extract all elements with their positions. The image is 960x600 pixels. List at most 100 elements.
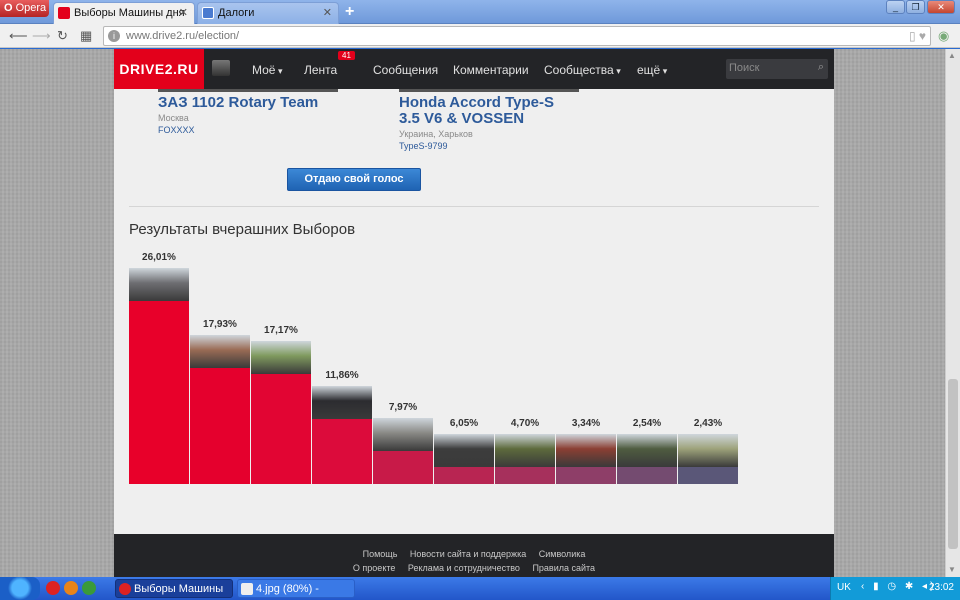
scrollbar-thumb[interactable] bbox=[948, 379, 958, 549]
opera-label: Opera bbox=[15, 2, 47, 14]
opera-logo-icon: O bbox=[4, 2, 13, 14]
section-divider bbox=[129, 206, 819, 207]
result-bar[interactable]: 2,43% bbox=[678, 418, 738, 484]
clock: 23:02 bbox=[928, 582, 954, 593]
extension-icon[interactable]: ◉ bbox=[938, 28, 949, 44]
car-photo-thumbnail[interactable] bbox=[129, 268, 189, 301]
candidate-name[interactable]: Honda Accord Type-S bbox=[399, 95, 554, 111]
result-bar[interactable]: 7,97% bbox=[373, 402, 433, 484]
back-arrow-icon[interactable]: ⟵ bbox=[9, 28, 28, 44]
close-tab-icon[interactable]: ✕ bbox=[179, 3, 188, 23]
address-bar: ⟵ ⟶ ↻ ▦ i www.drive2.ru/election/ ▯ ♥ ◉ bbox=[0, 24, 960, 48]
candidate-user[interactable]: TypeS-9799 bbox=[399, 141, 448, 151]
tab-dialogs[interactable]: Далоги ✕ bbox=[197, 2, 339, 24]
car-photo-thumbnail[interactable] bbox=[617, 434, 677, 467]
footer-link-about[interactable]: О проекте bbox=[353, 563, 395, 573]
result-bar[interactable]: 6,05% bbox=[434, 418, 494, 484]
tab-elections[interactable]: Выборы Машины дня ✕ bbox=[53, 2, 195, 24]
result-percent-label: 6,05% bbox=[449, 418, 479, 429]
footer-link-help[interactable]: Помощь bbox=[363, 549, 398, 559]
page-content: DRIVE2.RU Моё Лента 41 Сообщения Коммент… bbox=[114, 49, 834, 577]
tray-icons[interactable]: ‹ ▮ ◷ ✱ ◂) bbox=[861, 581, 936, 592]
footer-row: Помощь Новости сайта и поддержка Символи… bbox=[114, 549, 834, 559]
site-info-icon[interactable]: i bbox=[108, 30, 120, 42]
firefox-quicklaunch-icon[interactable] bbox=[64, 581, 78, 595]
result-bar-fill bbox=[617, 467, 677, 484]
candidate-name[interactable]: ЗАЗ 1102 Rotary Team bbox=[158, 95, 318, 111]
car-photo-thumbnail[interactable] bbox=[434, 434, 494, 467]
car-photo-thumbnail[interactable] bbox=[556, 434, 616, 467]
candidate-photo-edge bbox=[399, 89, 579, 92]
drive2-favicon-icon bbox=[58, 7, 70, 19]
result-bar[interactable]: 4,70% bbox=[495, 418, 555, 484]
user-avatar[interactable] bbox=[212, 60, 230, 76]
nav-comments[interactable]: Комментарии bbox=[453, 63, 529, 77]
close-window-icon[interactable]: ✕ bbox=[927, 0, 955, 14]
candidate-location: Москва bbox=[158, 113, 189, 123]
result-bar[interactable]: 2,54% bbox=[617, 418, 677, 484]
url-text: www.drive2.ru/election/ bbox=[126, 30, 240, 42]
scroll-down-icon[interactable]: ▼ bbox=[948, 565, 956, 574]
site-logo[interactable]: DRIVE2.RU bbox=[114, 49, 204, 89]
nav-communities[interactable]: Сообщества bbox=[544, 63, 621, 77]
result-bar[interactable]: 3,34% bbox=[556, 418, 616, 484]
start-button[interactable] bbox=[0, 577, 40, 600]
result-bar[interactable]: 26,01% bbox=[129, 252, 189, 484]
task-label: Выборы Машины д... bbox=[134, 583, 224, 595]
car-photo-thumbnail[interactable] bbox=[495, 434, 555, 467]
taskbar-item-paint[interactable]: 4.jpg (80%) - Paint... bbox=[237, 579, 355, 598]
nav-feed[interactable]: Лента bbox=[304, 63, 337, 77]
reload-icon[interactable]: ↻ bbox=[57, 28, 68, 44]
opera-menu-button[interactable]: O Opera bbox=[0, 0, 49, 17]
nav-more[interactable]: ещё bbox=[637, 63, 667, 77]
system-tray: UK ‹ ▮ ◷ ✱ ◂) 23:02 bbox=[830, 577, 960, 600]
footer-link-symbols[interactable]: Символика bbox=[539, 549, 586, 559]
car-photo-thumbnail[interactable] bbox=[251, 341, 311, 374]
result-percent-label: 11,86% bbox=[325, 370, 359, 381]
forward-arrow-icon[interactable]: ⟶ bbox=[32, 28, 51, 44]
search-placeholder: Поиск bbox=[729, 62, 760, 74]
result-bar-fill bbox=[190, 368, 250, 484]
site-search-input[interactable]: Поиск ⌕ bbox=[726, 59, 828, 79]
vote-button[interactable]: Отдаю свой голос bbox=[287, 168, 421, 191]
site-header: DRIVE2.RU Моё Лента 41 Сообщения Коммент… bbox=[114, 49, 834, 89]
result-bar-fill bbox=[678, 467, 738, 484]
scroll-up-icon[interactable]: ▲ bbox=[948, 51, 956, 60]
chrome-quicklaunch-icon[interactable] bbox=[82, 581, 96, 595]
result-bar-fill bbox=[495, 467, 555, 484]
close-tab-icon[interactable]: ✕ bbox=[323, 3, 332, 23]
minimize-icon[interactable]: _ bbox=[886, 0, 905, 14]
nav-my[interactable]: Моё bbox=[252, 63, 283, 77]
opera-icon bbox=[119, 583, 131, 595]
speed-dial-icon[interactable]: ▦ bbox=[80, 28, 92, 44]
result-bar[interactable]: 11,86% bbox=[312, 370, 372, 484]
language-indicator[interactable]: UK bbox=[837, 582, 851, 593]
result-bar[interactable]: 17,93% bbox=[190, 319, 250, 484]
car-photo-thumbnail[interactable] bbox=[373, 418, 433, 451]
footer-link-news[interactable]: Новости сайта и поддержка bbox=[410, 549, 526, 559]
car-photo-thumbnail[interactable] bbox=[312, 386, 372, 419]
result-bar-fill bbox=[556, 467, 616, 484]
vertical-scrollbar[interactable]: ▲ ▼ bbox=[945, 49, 960, 577]
car-photo-thumbnail[interactable] bbox=[678, 434, 738, 467]
result-percent-label: 17,17% bbox=[264, 325, 298, 336]
opera-quicklaunch-icon[interactable] bbox=[46, 581, 60, 595]
new-tab-plus-icon[interactable]: + bbox=[345, 3, 354, 21]
result-percent-label: 17,93% bbox=[203, 319, 237, 330]
url-field[interactable]: i www.drive2.ru/election/ ▯ ♥ bbox=[103, 26, 931, 46]
car-photo-thumbnail[interactable] bbox=[190, 335, 250, 368]
footer-link-rules[interactable]: Правила сайта bbox=[532, 563, 595, 573]
nav-messages[interactable]: Сообщения bbox=[373, 63, 438, 77]
bookmark-heart-icon[interactable]: ▯ ♥ bbox=[909, 29, 926, 43]
result-bar[interactable]: 17,17% bbox=[251, 325, 311, 484]
taskbar-item-browser[interactable]: Выборы Машины д... bbox=[115, 579, 233, 598]
page-viewport: DRIVE2.RU Моё Лента 41 Сообщения Коммент… bbox=[0, 49, 945, 577]
maximize-icon[interactable]: ❐ bbox=[906, 0, 925, 14]
candidate-user[interactable]: FOXXXX bbox=[158, 125, 195, 135]
results-title: Результаты вчерашних Выборов bbox=[129, 221, 356, 238]
tab-label: Далоги bbox=[218, 7, 255, 19]
search-icon[interactable]: ⌕ bbox=[818, 61, 824, 74]
footer-link-ads[interactable]: Реклама и сотрудничество bbox=[408, 563, 520, 573]
candidate-name-line2[interactable]: 3.5 V6 & VOSSEN bbox=[399, 111, 524, 127]
result-bar-fill bbox=[312, 419, 372, 484]
